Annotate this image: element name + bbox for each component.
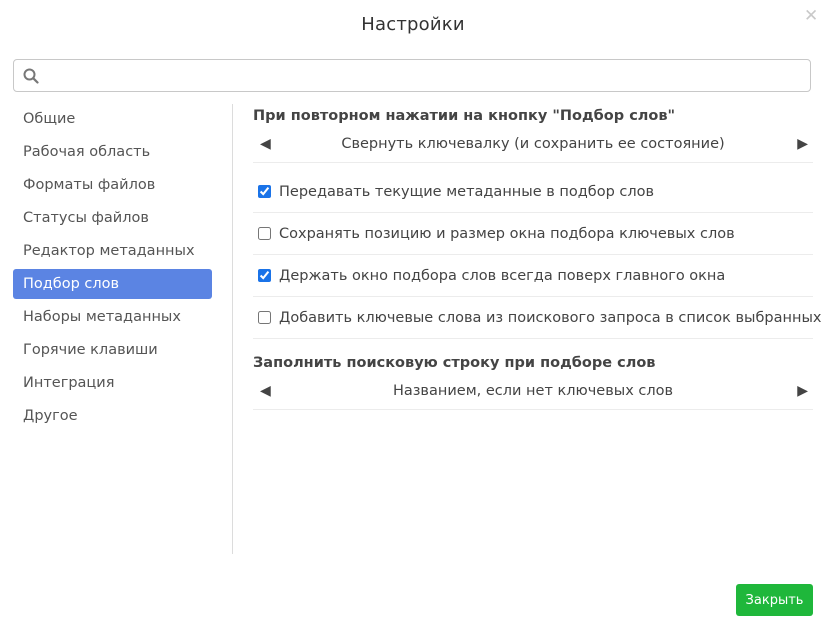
always-on-top-label[interactable]: Держать окно подбора слов всегда поверх … <box>279 268 725 284</box>
close-button[interactable]: Закрыть <box>736 584 813 616</box>
sidebar-item-hotkeys[interactable]: Горячие клавиши <box>13 335 212 365</box>
fill-search-selector: ◀ Названием, если нет ключевых слов ▶ <box>253 375 813 410</box>
next-option-icon[interactable]: ▶ <box>797 383 808 399</box>
sidebar-item-metadata-editor[interactable]: Редактор метаданных <box>13 236 212 266</box>
pass-metadata-checkbox[interactable] <box>258 185 271 198</box>
fill-search-title: Заполнить поисковую строку при подборе с… <box>253 355 656 371</box>
sidebar-divider <box>232 104 233 554</box>
settings-content: При повторном нажатии на кнопку "Подбор … <box>253 104 822 418</box>
next-option-icon[interactable]: ▶ <box>797 136 808 152</box>
close-icon[interactable]: ✕ <box>804 8 818 25</box>
save-window-position-checkbox[interactable] <box>258 227 271 240</box>
settings-sidebar: Общие Рабочая область Форматы файлов Ста… <box>13 104 212 434</box>
checkbox-row: Сохранять позицию и размер окна подбора … <box>253 213 813 255</box>
sidebar-item-file-formats[interactable]: Форматы файлов <box>13 170 212 200</box>
pass-metadata-label[interactable]: Передавать текущие метаданные в подбор с… <box>279 184 654 200</box>
sidebar-item-other[interactable]: Другое <box>13 401 212 431</box>
sidebar-item-workspace[interactable]: Рабочая область <box>13 137 212 167</box>
search-box[interactable] <box>13 59 811 92</box>
sidebar-item-file-statuses[interactable]: Статусы файлов <box>13 203 212 233</box>
sidebar-item-word-selection[interactable]: Подбор слов <box>13 269 212 299</box>
search-icon <box>23 68 39 88</box>
checkbox-row: Передавать текущие метаданные в подбор с… <box>253 171 813 213</box>
save-window-position-label[interactable]: Сохранять позицию и размер окна подбора … <box>279 226 735 242</box>
checkbox-row: Держать окно подбора слов всегда поверх … <box>253 255 813 297</box>
fill-search-value: Названием, если нет ключевых слов <box>392 383 674 399</box>
sidebar-item-general[interactable]: Общие <box>13 104 212 134</box>
dialog-title: Настройки <box>361 14 465 35</box>
add-query-keywords-checkbox[interactable] <box>258 311 271 324</box>
search-input[interactable] <box>46 64 800 89</box>
sidebar-item-integration[interactable]: Интеграция <box>13 368 212 398</box>
repeat-press-value: Свернуть ключевалку (и сохранить ее сост… <box>341 136 725 152</box>
checkbox-row: Добавить ключевые слова из поискового за… <box>253 297 822 339</box>
repeat-press-selector: ◀ Свернуть ключевалку (и сохранить ее со… <box>253 128 813 163</box>
sidebar-item-metadata-sets[interactable]: Наборы метаданных <box>13 302 212 332</box>
repeat-press-title: При повторном нажатии на кнопку "Подбор … <box>253 108 676 124</box>
always-on-top-checkbox[interactable] <box>258 269 271 282</box>
add-query-keywords-label[interactable]: Добавить ключевые слова из поискового за… <box>279 310 822 326</box>
